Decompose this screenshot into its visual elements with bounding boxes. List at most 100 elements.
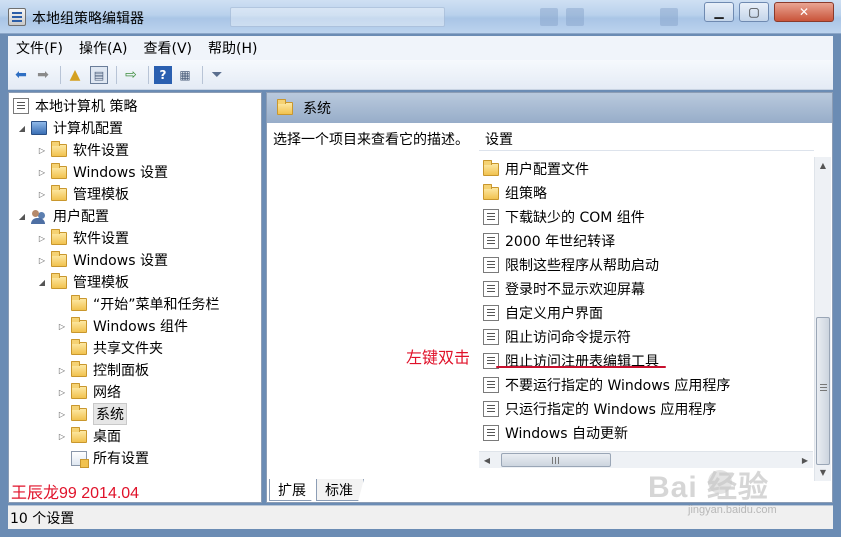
folder-icon: [483, 183, 499, 200]
list-item-label: 下载缺少的 COM 组件: [505, 210, 645, 226]
tree-node-control-panel[interactable]: ▷ 控制面板: [57, 359, 149, 381]
filter-icon[interactable]: ⏷: [208, 66, 226, 84]
menu-action[interactable]: 操作(A): [71, 38, 136, 58]
tree-node-shared-folders[interactable]: 共享文件夹: [57, 337, 163, 359]
folder-icon: [51, 272, 67, 289]
tree-pane: 本地计算机 策略 ◢ 计算机配置 ▷ 软件设置 ▷ Windows 设置 ▷ 管…: [8, 92, 262, 503]
list-item[interactable]: 只运行指定的 Windows 应用程序: [483, 397, 716, 421]
tree-label: 本地计算机 策略: [35, 99, 138, 115]
tree-label: 所有设置: [93, 451, 149, 467]
tree-node-system[interactable]: ▷ 系统: [57, 403, 127, 425]
tree-node-root[interactable]: 本地计算机 策略: [13, 95, 137, 117]
horizontal-scrollbar[interactable]: ◀ ▶: [479, 451, 813, 468]
tree-label: 管理模板: [73, 275, 129, 291]
toolbar-separator: [116, 66, 117, 84]
list-item[interactable]: 组策略: [483, 181, 547, 205]
title-bar: 本地组策略编辑器 ▁ ▢ ✕: [0, 0, 841, 34]
collapsed-arrow-icon[interactable]: ▷: [57, 322, 67, 331]
list-item[interactable]: 下载缺少的 COM 组件: [483, 205, 645, 229]
collapsed-arrow-icon[interactable]: ▷: [37, 234, 47, 243]
list-item-label: 限制这些程序从帮助启动: [505, 258, 659, 274]
scroll-right-icon[interactable]: ▶: [797, 452, 813, 469]
tree-node-cc-admin[interactable]: ▷ 管理模板: [37, 183, 129, 205]
collapsed-arrow-icon[interactable]: ▷: [37, 168, 47, 177]
collapsed-arrow-icon[interactable]: ▷: [37, 256, 47, 265]
menu-help[interactable]: 帮助(H): [200, 38, 265, 58]
tree-node-windows-components[interactable]: ▷ Windows 组件: [57, 315, 188, 337]
list-item[interactable]: 限制这些程序从帮助启动: [483, 253, 659, 277]
collapsed-arrow-icon[interactable]: ▷: [37, 146, 47, 155]
tree-label-selected: 系统: [93, 403, 127, 425]
list-item-label: Windows 自动更新: [505, 426, 628, 442]
tree-node-uc-windows[interactable]: ▷ Windows 设置: [37, 249, 168, 271]
show-hide-tree-icon[interactable]: ▤: [90, 66, 108, 84]
expanded-arrow-icon[interactable]: ◢: [37, 278, 47, 287]
menu-view[interactable]: 查看(V): [136, 38, 201, 58]
scroll-up-icon[interactable]: ▲: [815, 157, 831, 174]
annotation-double-click: 左键双击: [406, 350, 471, 367]
list-item[interactable]: 不要运行指定的 Windows 应用程序: [483, 373, 730, 397]
policy-setting-icon: [483, 377, 499, 393]
item-description: 选择一个项目来查看它的描述。: [273, 132, 469, 148]
status-text: 10 个设置: [10, 510, 75, 527]
scroll-left-icon[interactable]: ◀: [479, 452, 495, 469]
help-icon[interactable]: ?: [154, 66, 172, 84]
vertical-scrollbar[interactable]: ▲ ▼: [814, 157, 831, 481]
status-bar: 10 个设置: [8, 505, 833, 529]
tree-label: 桌面: [93, 429, 121, 445]
back-arrow-icon[interactable]: ⬅: [12, 66, 30, 84]
policy-setting-icon: [483, 233, 499, 249]
minimize-button[interactable]: ▁: [704, 2, 734, 22]
tree-node-uc-software[interactable]: ▷ 软件设置: [37, 227, 129, 249]
collapsed-arrow-icon[interactable]: ▷: [57, 366, 67, 375]
collapsed-arrow-icon[interactable]: ▷: [37, 190, 47, 199]
tree-label: 软件设置: [73, 231, 129, 247]
menu-file[interactable]: 文件(F): [8, 38, 71, 58]
list-item[interactable]: 登录时不显示欢迎屏幕: [483, 277, 645, 301]
column-header-setting[interactable]: 设置: [479, 127, 814, 151]
folder-icon: [277, 98, 293, 115]
collapsed-arrow-icon[interactable]: ▷: [57, 410, 67, 419]
maximize-button[interactable]: ▢: [739, 2, 769, 22]
tree-node-start-menu[interactable]: “开始”菜单和任务栏: [57, 293, 220, 315]
tree-node-user-config[interactable]: ◢ 用户配置: [17, 205, 109, 227]
tree-node-cc-windows[interactable]: ▷ Windows 设置: [37, 161, 168, 183]
list-item[interactable]: 2000 年世纪转译: [483, 229, 615, 253]
horizontal-scroll-thumb[interactable]: [501, 453, 611, 467]
tree-label: “开始”菜单和任务栏: [93, 297, 220, 313]
list-item-label: 阻止访问命令提示符: [505, 330, 631, 346]
list-item[interactable]: 自定义用户界面: [483, 301, 603, 325]
background-window-icon: [566, 8, 584, 26]
close-button[interactable]: ✕: [774, 2, 834, 22]
settings-list: 设置 用户配置文件 组策略下载缺少的 COM 组件 2000 年世纪转译限制这些程序…: [479, 123, 831, 481]
expanded-arrow-icon[interactable]: ◢: [17, 124, 27, 133]
computer-icon: [31, 121, 47, 135]
details-title: 系统: [303, 101, 331, 117]
expanded-arrow-icon[interactable]: ◢: [17, 212, 27, 221]
scroll-down-icon[interactable]: ▼: [815, 464, 831, 481]
list-item[interactable]: 阻止访问注册表编辑工具: [483, 349, 659, 373]
tree-node-all-settings[interactable]: 所有设置: [57, 447, 149, 469]
tree-node-network[interactable]: ▷ 网络: [57, 381, 121, 403]
details-header: 系统: [267, 93, 832, 123]
tree-node-uc-admin[interactable]: ◢ 管理模板: [37, 271, 129, 293]
up-folder-icon[interactable]: ▲: [66, 66, 84, 84]
folder-icon: [51, 162, 67, 179]
policy-setting-icon: [483, 209, 499, 225]
properties-icon[interactable]: ▦: [176, 66, 194, 84]
tab-standard[interactable]: 标准: [316, 479, 364, 501]
tree-node-computer-config[interactable]: ◢ 计算机配置: [17, 117, 123, 139]
list-item[interactable]: Windows 自动更新: [483, 421, 628, 445]
tree-label: 控制面板: [93, 363, 149, 379]
list-item[interactable]: 阻止访问命令提示符: [483, 325, 631, 349]
vertical-scroll-thumb[interactable]: [816, 317, 830, 465]
collapsed-arrow-icon[interactable]: ▷: [57, 432, 67, 441]
tree-node-desktop[interactable]: ▷ 桌面: [57, 425, 121, 447]
tree-node-cc-software[interactable]: ▷ 软件设置: [37, 139, 129, 161]
export-list-icon[interactable]: ⇨: [122, 66, 140, 84]
forward-arrow-icon[interactable]: ➡: [34, 66, 52, 84]
tree-label: 管理模板: [73, 187, 129, 203]
collapsed-arrow-icon[interactable]: ▷: [57, 388, 67, 397]
tab-extended[interactable]: 扩展: [269, 479, 317, 501]
list-item[interactable]: 用户配置文件: [483, 157, 589, 181]
